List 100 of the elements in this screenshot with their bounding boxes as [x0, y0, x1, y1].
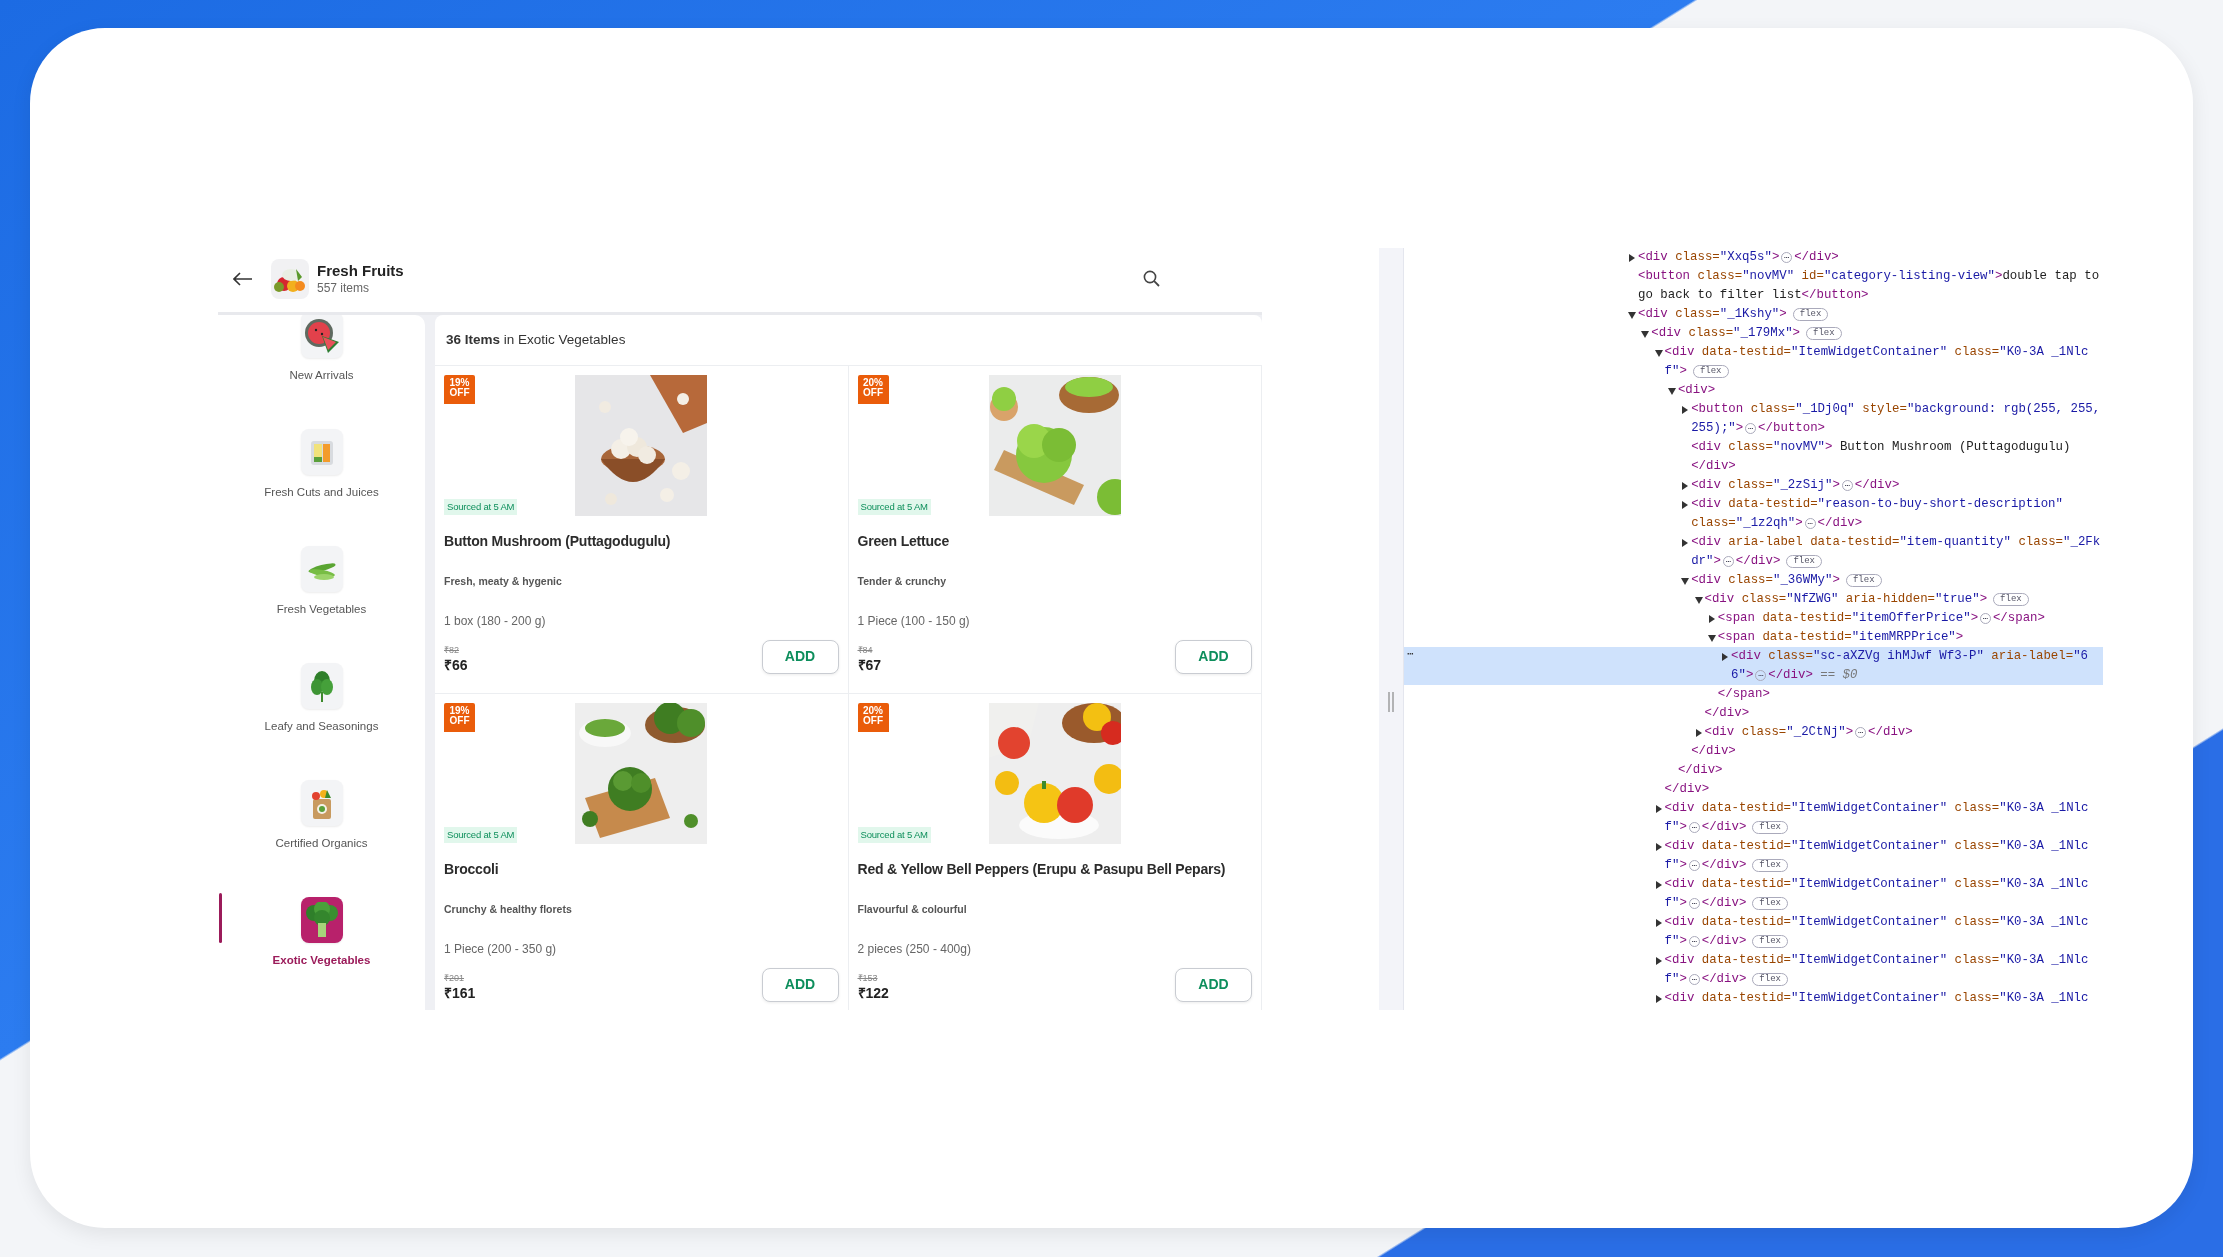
dom-tree-row[interactable]: <div class="_2zSij"> ⋯ </div> [1404, 476, 2103, 495]
dom-tree-row[interactable]: </div> [1404, 761, 2103, 780]
dom-tree-row[interactable]: <button class="novMV" id="category-listing-view">double tap to [1404, 267, 2103, 286]
dom-tree-row[interactable]: </div> [1404, 742, 2103, 761]
dom-tree-row[interactable]: <div class="novMV"> Button Mushroom (Puttagodugulu) [1404, 438, 2103, 457]
caret-icon[interactable] [1694, 728, 1703, 737]
dom-tree-row[interactable]: <div class="_1Kshy"> flex [1404, 305, 2103, 324]
more-options-button[interactable]: ⋯ [1407, 647, 1414, 662]
dom-tree-row[interactable]: f"> ⋯ </div> flex [1404, 932, 2103, 951]
dom-tree-row[interactable]: <div aria-label data-testid="item-quantity" class="_2Fk [1404, 533, 2103, 552]
caret-icon[interactable] [1654, 994, 1663, 1003]
caret-icon[interactable] [1681, 576, 1690, 585]
product-description: Fresh, meaty & hygenic [444, 574, 563, 589]
dom-tree-row[interactable]: <div data-testid="ItemWidgetContainer" class="K0-3A _1Nlc [1404, 837, 2103, 856]
selection-indicator [219, 893, 222, 943]
dom-tree-row[interactable]: <div> [1404, 381, 2103, 400]
category-tile[interactable] [300, 663, 343, 709]
category-label[interactable]: New Arrivals [289, 367, 354, 385]
caret-icon[interactable] [1654, 956, 1663, 965]
product-name: Button Mushroom (Puttagodugulu) [444, 532, 672, 551]
dom-tree-row[interactable]: <div class="NfZWG" aria-hidden="true"> flex [1404, 590, 2103, 609]
caret-icon[interactable] [1667, 386, 1676, 395]
dom-tree-row[interactable]: <div class="_179Mx"> flex [1404, 324, 2103, 343]
caret-icon[interactable] [1681, 538, 1690, 547]
dom-tree-row[interactable]: <div class="_2CtNj"> ⋯ </div> [1404, 723, 2103, 742]
product-quantity: 1 box (180 - 200 g) [444, 612, 547, 630]
caret-icon[interactable] [1654, 348, 1663, 357]
caret-icon[interactable] [1654, 880, 1663, 889]
listing-heading: 36 Items in Exotic Vegetables [446, 330, 626, 349]
dom-tree-row[interactable]: </div> [1404, 457, 2103, 476]
dom-tree-row[interactable]: class="_1z2qh"> ⋯ </div> [1404, 514, 2103, 533]
sourced-tag: Sourced at 5 AM [857, 498, 931, 515]
dom-tree-row[interactable]: <div data-testid="ItemWidgetContainer" class="K0-3A _1Nlc [1404, 989, 2103, 1008]
category-label[interactable]: Exotic Vegetables [272, 952, 371, 970]
category-title: Fresh Fruits [317, 261, 404, 280]
product-description: Flavourful & colourful [857, 902, 968, 917]
caret-icon[interactable] [1654, 842, 1663, 851]
product-price: ₹161 [444, 983, 476, 1002]
dom-tree-row[interactable]: f"> ⋯ </div> flex [1404, 894, 2103, 913]
back-arrow-icon[interactable] [233, 271, 253, 286]
item-count: 557 items [317, 280, 371, 296]
caret-icon[interactable] [1681, 405, 1690, 414]
dom-tree-row[interactable]: f"> ⋯ </div> flex [1404, 856, 2103, 875]
dom-tree-row[interactable]: 6"> ⋯ </div> == $0 [1404, 666, 2103, 685]
caret-icon[interactable] [1628, 310, 1636, 319]
category-label[interactable]: Leafy and Seasonings [264, 718, 379, 736]
search-icon[interactable] [1143, 270, 1160, 287]
category-label[interactable]: Fresh Cuts and Juices [264, 484, 379, 502]
dom-tree-row[interactable]: </span> [1404, 685, 2103, 704]
dom-tree-row[interactable]: <div data-testid="reason-to-buy-short-description" [1404, 495, 2103, 514]
caret-icon[interactable] [1694, 595, 1703, 604]
dom-tree-row[interactable]: 255);"> ⋯ </button> [1404, 419, 2103, 438]
dom-tree-row[interactable]: <span data-testid="itemMRPPrice"> [1404, 628, 2103, 647]
add-button[interactable]: ADD [1175, 967, 1252, 1002]
dom-tree-row[interactable]: <div class="Xxq5s"> ⋯ </div> [1404, 248, 2103, 267]
category-tile[interactable] [300, 897, 343, 943]
caret-icon[interactable] [1641, 329, 1650, 338]
product-quantity: 2 pieces (250 - 400g) [857, 940, 972, 958]
category-tile[interactable] [300, 315, 343, 358]
dom-tree-row[interactable]: </div> [1404, 704, 2103, 723]
product-name: Green Lettuce [857, 532, 951, 551]
product-description: Crunchy & healthy florets [444, 902, 573, 917]
original-price: ₹201 [444, 972, 466, 984]
dom-tree-row[interactable]: dr"> ⋯ </div> flex [1404, 552, 2103, 571]
dom-tree-row[interactable]: <div data-testid="ItemWidgetContainer" class="K0-3A _1Nlc [1404, 799, 2103, 818]
caret-icon[interactable] [1654, 804, 1663, 813]
product-quantity: 1 Piece (100 - 150 g) [857, 612, 971, 630]
dom-tree-row[interactable]: f"> ⋯ </div> flex [1404, 818, 2103, 837]
add-button[interactable]: ADD [761, 639, 839, 674]
dom-tree-row[interactable]: <button class="_1Dj0q" style="background: rgb(255, 255, [1404, 400, 2103, 419]
dom-tree-row[interactable]: ⋯ <div class="sc-aXZVg ihMJwf Wf3-P" aria-label="6 [1404, 647, 2103, 666]
caret-icon[interactable] [1681, 481, 1690, 490]
product-name: Red & Yellow Bell Peppers (Erupu & Pasupu Bell Pepars) [857, 860, 1227, 879]
dom-tree-row[interactable]: <div data-testid="ItemWidgetContainer" class="K0-3A _1Nlc [1404, 343, 2103, 362]
dom-tree-row[interactable]: <div data-testid="ItemWidgetContainer" class="K0-3A _1Nlc [1404, 913, 2103, 932]
caret-icon[interactable] [1707, 633, 1716, 642]
sourced-tag: Sourced at 5 AM [857, 826, 931, 843]
category-label[interactable]: Fresh Vegetables [276, 601, 367, 619]
product-price: ₹122 [857, 983, 889, 1002]
caret-icon[interactable] [1628, 253, 1636, 262]
category-tile[interactable] [300, 546, 343, 592]
category-tile[interactable] [300, 429, 343, 475]
dom-tree-row[interactable]: <div class="_36WMy"> flex [1404, 571, 2103, 590]
dom-tree-row[interactable]: <div data-testid="ItemWidgetContainer" class="K0-3A _1Nlc [1404, 875, 2103, 894]
caret-icon[interactable] [1721, 652, 1730, 661]
category-label[interactable]: Certified Organics [275, 835, 368, 853]
dom-tree-row[interactable]: </div> [1404, 780, 2103, 799]
dom-tree-row[interactable]: go back to filter list</button> [1404, 286, 2103, 305]
caret-icon[interactable] [1707, 614, 1716, 623]
caret-icon[interactable] [1654, 918, 1663, 927]
dom-tree-row[interactable]: f"> ⋯ </div> flex [1404, 970, 2103, 989]
add-button[interactable]: ADD [1175, 639, 1252, 674]
dom-tree-row[interactable]: <div data-testid="ItemWidgetContainer" class="K0-3A _1Nlc [1404, 951, 2103, 970]
product-price: ₹67 [857, 655, 882, 674]
caret-icon[interactable] [1681, 500, 1690, 509]
dom-tree-row[interactable]: <span data-testid="itemOfferPrice"> ⋯ </span> [1404, 609, 2103, 628]
add-button[interactable]: ADD [761, 967, 839, 1002]
dom-tree-row[interactable]: f"> flex [1404, 362, 2103, 381]
splitter-handle[interactable] [1388, 692, 1394, 712]
category-tile[interactable] [300, 780, 343, 826]
